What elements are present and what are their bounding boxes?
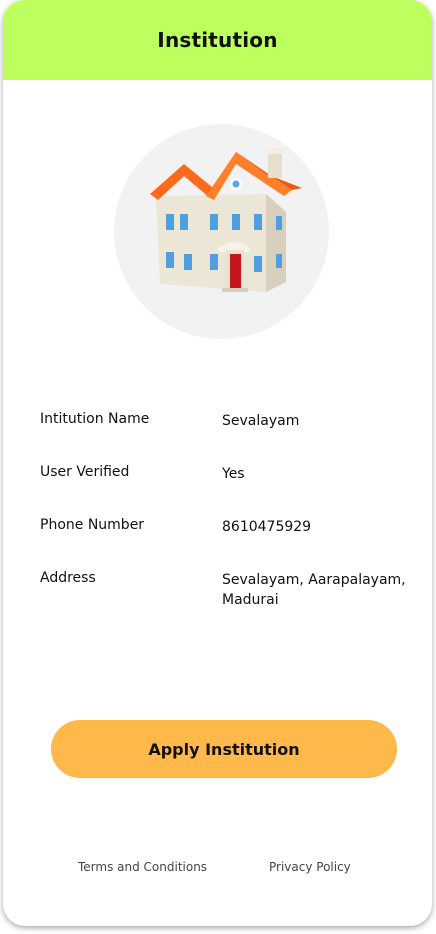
institution-card: Institution Intitution Name Sevalayam Us… <box>3 0 432 926</box>
institution-avatar <box>114 124 329 339</box>
phone-number-value: 8610475929 <box>222 519 312 535</box>
terms-link[interactable]: Terms and Conditions <box>78 860 207 874</box>
house-icon <box>150 148 302 292</box>
user-verified-label: User Verified <box>40 464 130 480</box>
institution-name-value: Sevalayam <box>222 413 300 429</box>
user-verified-value: Yes <box>222 466 245 482</box>
privacy-link[interactable]: Privacy Policy <box>269 860 351 874</box>
page-title: Institution <box>157 28 278 52</box>
address-label: Address <box>40 570 96 586</box>
phone-number-label: Phone Number <box>40 517 145 533</box>
institution-name-label: Intitution Name <box>40 411 150 427</box>
address-value: Sevalayam, Aarapalayam, Madurai <box>222 572 406 608</box>
header-bar: Institution <box>3 0 432 80</box>
apply-institution-button[interactable]: Apply Institution <box>51 720 397 778</box>
